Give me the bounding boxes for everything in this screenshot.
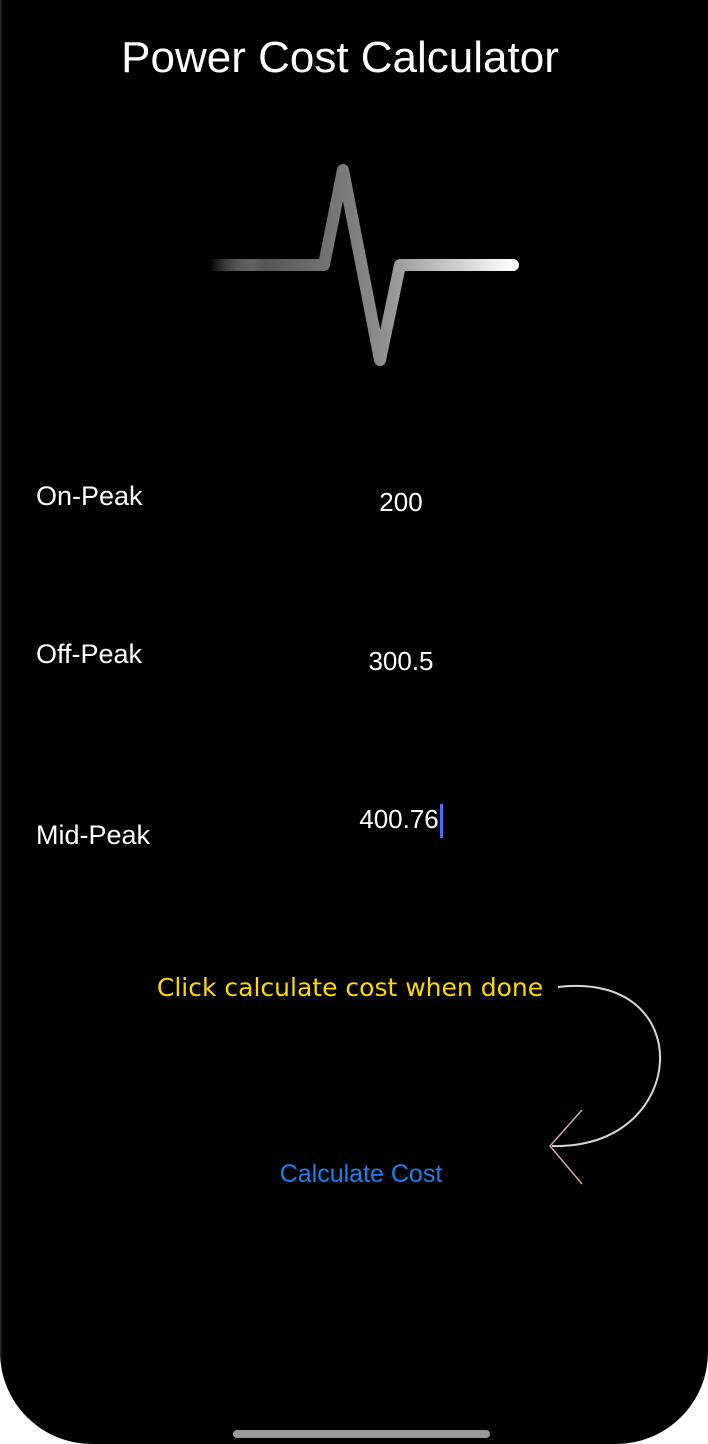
curved-arrow-left-icon [549, 984, 661, 1185]
mid-peak-input[interactable]: 400.76 [300, 799, 502, 839]
on-peak-label: On-Peak [36, 481, 143, 511]
instruction-hint: Click calculate cost when done [156, 973, 544, 1002]
heartbeat-pulse-icon [204, 164, 519, 366]
text-cursor [439, 804, 443, 839]
mid-peak-value: 400.76 [359, 804, 439, 834]
off-peak-label: Off-Peak [36, 639, 143, 669]
page-title: Power Cost Calculator [121, 33, 559, 82]
phone-frame: Power Cost Calculator On-Peak 200 Off-Pe… [0, 0, 708, 1444]
home-indicator[interactable] [233, 1430, 490, 1438]
off-peak-value: 300.5 [368, 646, 434, 676]
on-peak-value: 200 [379, 487, 423, 517]
on-peak-input[interactable]: 200 [300, 482, 502, 522]
calculate-cost-button[interactable]: Calculate Cost [250, 1156, 472, 1192]
screen-edge [0, 0, 3, 1360]
off-peak-input[interactable]: 300.5 [300, 641, 502, 681]
app-screen: Power Cost Calculator On-Peak 200 Off-Pe… [0, 0, 708, 1444]
mid-peak-label: Mid-Peak [36, 820, 151, 850]
